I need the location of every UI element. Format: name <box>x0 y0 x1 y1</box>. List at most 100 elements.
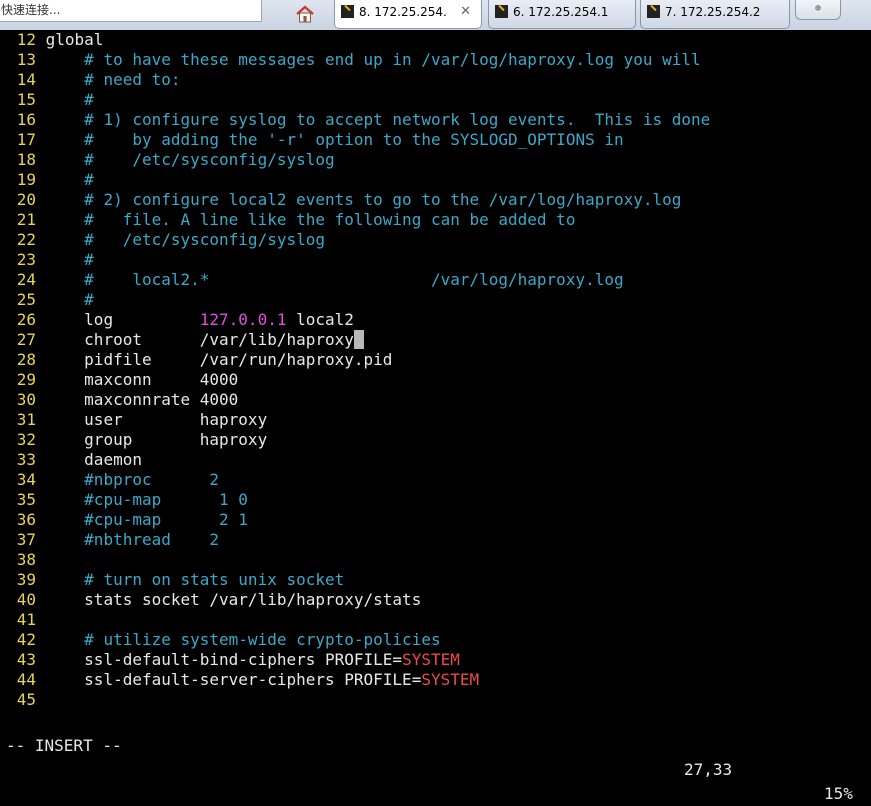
editor-line[interactable]: 29 maxconn 4000 <box>0 370 239 390</box>
line-text <box>46 570 85 589</box>
line-number: 24 <box>16 270 36 289</box>
line-text: SYSTEM <box>402 650 460 669</box>
editor-line[interactable]: 25 # <box>0 290 94 310</box>
tab-bar: 快速连接... 8. 172.25.254. ✕ 6. 172.25.254.1… <box>0 0 871 31</box>
editor-line[interactable]: 20 # 2) configure local2 events to go to… <box>0 190 682 210</box>
line-number: 12 <box>16 30 36 49</box>
line-text: #cpu-map 1 0 <box>84 490 248 509</box>
tab-session-7[interactable]: 7. 172.25.254.2 <box>640 0 790 29</box>
line-text: 127.0.0.1 <box>199 310 287 329</box>
tab-label: 6. 172.25.254.1 <box>513 5 609 19</box>
line-number: 18 <box>16 150 36 169</box>
line-text <box>46 510 85 529</box>
line-number: 40 <box>16 590 36 609</box>
mode-indicator: -- INSERT -- <box>6 736 122 755</box>
line-number: 26 <box>16 310 36 329</box>
line-text: #nbproc 2 <box>84 470 220 489</box>
line-text <box>46 470 85 489</box>
line-text <box>46 210 85 229</box>
editor-line[interactable]: 21 # file. A line like the following can… <box>0 210 576 230</box>
editor-line[interactable]: 15 # <box>0 90 94 110</box>
line-number: 37 <box>16 530 36 549</box>
editor-line[interactable]: 30 maxconnrate 4000 <box>0 390 239 410</box>
line-number: 33 <box>16 450 36 469</box>
editor-line[interactable]: 33 daemon <box>0 450 142 470</box>
editor-line[interactable]: 36 #cpu-map 2 1 <box>0 510 248 530</box>
line-text: ssl-default-server-ciphers PROFILE= <box>45 670 422 689</box>
line-text <box>46 490 85 509</box>
line-number: 20 <box>16 190 36 209</box>
line-number: 16 <box>16 110 36 129</box>
line-text: stats socket /var/lib/haproxy/stats <box>45 590 422 609</box>
line-number: 32 <box>16 430 36 449</box>
editor-line[interactable]: 26 log 127.0.0.1 local2 <box>0 310 354 330</box>
editor-line[interactable]: 43 ssl-default-bind-ciphers PROFILE=SYST… <box>0 650 460 670</box>
editor-line[interactable]: 44 ssl-default-server-ciphers PROFILE=SY… <box>0 670 479 690</box>
line-text: # 2) configure local2 events to go to th… <box>84 190 682 209</box>
editor-line[interactable]: 45 <box>0 690 46 710</box>
editor-line[interactable]: 16 # 1) configure syslog to accept netwo… <box>0 110 711 130</box>
new-tab-icon[interactable]: ⊕ <box>795 0 841 20</box>
tab-session-8[interactable]: 8. 172.25.254. ✕ <box>334 0 482 29</box>
editor-line[interactable]: 35 #cpu-map 1 0 <box>0 490 248 510</box>
editor-line[interactable]: 28 pidfile /var/run/haproxy.pid <box>0 350 393 370</box>
editor-line[interactable]: 39 # turn on stats unix socket <box>0 570 345 590</box>
editor-line[interactable]: 38 <box>0 550 46 570</box>
line-number: 19 <box>16 170 36 189</box>
line-number: 30 <box>16 390 36 409</box>
editor-line[interactable]: 12 global <box>0 30 104 50</box>
editor-line[interactable]: 22 # /etc/sysconfig/syslog <box>0 230 325 250</box>
line-text: pidfile /var/run/haproxy.pid <box>45 350 393 369</box>
line-number: 17 <box>16 130 36 149</box>
editor-line[interactable]: 37 #nbthread 2 <box>0 530 219 550</box>
line-number: 28 <box>16 350 36 369</box>
editor-line[interactable]: 17 # by adding the '-r' option to the SY… <box>0 130 624 150</box>
line-text: maxconnrate 4000 <box>45 390 239 409</box>
editor-line[interactable]: 13 # to have these messages end up in /v… <box>0 50 701 70</box>
line-text <box>46 70 85 89</box>
line-text: local2 <box>286 310 354 329</box>
editor-line[interactable]: 27 chroot /var/lib/haproxy <box>0 330 364 350</box>
line-number: 35 <box>16 490 36 509</box>
editor-line[interactable]: 24 # local2.* /var/log/haproxy.log <box>0 270 624 290</box>
editor-line[interactable]: 19 # <box>0 170 94 190</box>
vim-status-line: -- INSERT -- 27,33 15% <box>0 710 871 803</box>
tab-label: 7. 172.25.254.2 <box>665 5 761 19</box>
editor-line[interactable]: 41 <box>0 610 46 630</box>
editor-line[interactable]: 23 # <box>0 250 94 270</box>
line-number: 42 <box>16 630 36 649</box>
line-number: 21 <box>16 210 36 229</box>
line-text: global <box>45 30 104 49</box>
line-number: 39 <box>16 570 36 589</box>
vim-editor[interactable]: 12 global 13 # to have these messages end… <box>0 30 871 710</box>
line-number: 29 <box>16 370 36 389</box>
tab-label: 8. 172.25.254. <box>359 5 447 19</box>
editor-line[interactable]: 18 # /etc/sysconfig/syslog <box>0 150 335 170</box>
line-text: # 1) configure syslog to accept network … <box>84 110 711 129</box>
editor-line[interactable]: 42 # utilize system-wide crypto-policies <box>0 630 441 650</box>
line-text <box>46 290 85 309</box>
line-text: # need to: <box>84 70 181 89</box>
line-text: ssl-default-bind-ciphers PROFILE= <box>45 650 403 669</box>
editor-line[interactable]: 14 # need to: <box>0 70 181 90</box>
line-number: 45 <box>16 690 36 709</box>
line-text: SYSTEM <box>421 670 480 689</box>
session-icon <box>341 5 354 18</box>
line-text <box>46 250 85 269</box>
cursor-position: 27,33 <box>684 760 733 779</box>
tab-session-6[interactable]: 6. 172.25.254.1 <box>488 0 636 29</box>
editor-line[interactable]: 32 group haproxy <box>0 430 267 450</box>
editor-line[interactable]: 34 #nbproc 2 <box>0 470 219 490</box>
line-number: 14 <box>16 70 36 89</box>
close-tab-icon[interactable]: ✕ <box>460 0 471 24</box>
line-number: 27 <box>16 330 36 349</box>
editor-line[interactable]: 31 user haproxy <box>0 410 267 430</box>
line-text: maxconn 4000 <box>45 370 239 389</box>
home-icon[interactable] <box>288 2 322 26</box>
line-text: # utilize system-wide crypto-policies <box>84 630 441 649</box>
quick-connect-input[interactable]: 快速连接... <box>0 0 262 22</box>
line-text: daemon <box>45 450 142 469</box>
editor-line[interactable]: 40 stats socket /var/lib/haproxy/stats <box>0 590 422 610</box>
line-text <box>46 130 85 149</box>
line-text: # <box>84 290 94 309</box>
